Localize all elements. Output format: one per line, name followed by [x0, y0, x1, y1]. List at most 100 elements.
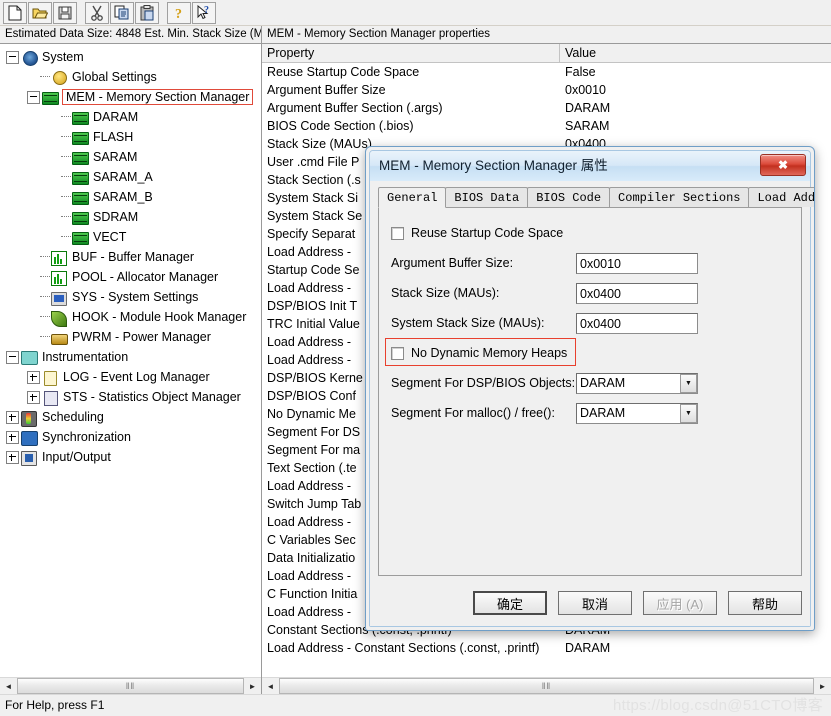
- globe-icon: [51, 69, 68, 85]
- tree-scroll-track[interactable]: ‖‖: [17, 678, 244, 694]
- expand-icon[interactable]: [27, 390, 40, 404]
- table-row[interactable]: Load Address - Constant Sections (.const…: [262, 639, 831, 657]
- tab-bios-code[interactable]: BIOS Code: [527, 187, 611, 207]
- tree-item-saram-a[interactable]: SARAM_A: [0, 167, 261, 187]
- config-tree[interactable]: System Global Settings MEM - Memory Sectio…: [0, 44, 261, 677]
- tree-scroll-right-arrow[interactable]: ►: [244, 678, 261, 694]
- tree-item-synchronization[interactable]: Synchronization: [0, 427, 261, 447]
- chevron-down-icon[interactable]: ▼: [680, 403, 697, 423]
- stack-size-label: Stack Size (MAUs):: [391, 286, 500, 300]
- help-button[interactable]: ?: [167, 1, 191, 24]
- tab-compiler-sections[interactable]: Compiler Sections: [609, 187, 750, 207]
- column-header-value[interactable]: Value: [560, 44, 831, 62]
- tree-item-log-event-log-manager[interactable]: LOG - Event Log Manager: [0, 367, 261, 387]
- tab-bios-data[interactable]: BIOS Data: [445, 187, 529, 207]
- reuse-startup-checkbox[interactable]: [391, 226, 404, 240]
- help-button[interactable]: 帮助: [728, 591, 802, 615]
- table-row[interactable]: Argument Buffer Section (.args) DARAM: [262, 99, 831, 117]
- watermark-text: https://blog.csdn@51CTO博客: [612, 697, 823, 714]
- tree-item-hook-module-hook-manager[interactable]: HOOK - Module Hook Manager: [0, 307, 261, 327]
- chevron-down-icon[interactable]: ▼: [680, 373, 697, 393]
- tree-item-sys-system-settings[interactable]: SYS - System Settings: [0, 287, 261, 307]
- tree-item-scheduling[interactable]: Scheduling: [0, 407, 261, 427]
- cancel-button[interactable]: 取消: [558, 591, 632, 615]
- tree-item-pwrm-power-manager[interactable]: PWRM - Power Manager: [0, 327, 261, 347]
- collapse-icon[interactable]: [6, 350, 19, 364]
- tree-connector-line: [61, 196, 71, 198]
- properties-scroll-thumb[interactable]: ‖‖: [279, 678, 814, 694]
- dialog-tab-strip[interactable]: General BIOS Data BIOS Code Compiler Sectio…: [378, 187, 814, 208]
- icon-glyph: [23, 51, 38, 66]
- properties-horizontal-scrollbar[interactable]: ◄ ‖‖ ►: [262, 677, 831, 694]
- collapse-icon[interactable]: [6, 50, 19, 64]
- expand-icon[interactable]: [6, 430, 19, 444]
- tree-item-input-output[interactable]: Input/Output: [0, 447, 261, 467]
- icon-glyph: [72, 192, 89, 205]
- tree-item-sts-statistics-object-manager[interactable]: STS - Statistics Object Manager: [0, 387, 261, 407]
- segment-malloc-dropdown[interactable]: DARAM ▼: [576, 402, 698, 424]
- tree-item-label: Synchronization: [42, 430, 131, 444]
- chip-icon: [72, 109, 89, 125]
- cut-button[interactable]: [85, 1, 109, 24]
- reuse-startup-row[interactable]: Reuse Startup Code Space: [391, 222, 789, 244]
- tree-item-flash[interactable]: FLASH: [0, 127, 261, 147]
- expand-icon[interactable]: [6, 410, 19, 424]
- property-value-cell: False: [565, 65, 596, 79]
- context-help-button[interactable]: ?: [192, 1, 216, 24]
- tree-scroll-thumb[interactable]: ‖‖: [17, 678, 244, 694]
- properties-caption: MEM - Memory Section Manager properties: [262, 26, 831, 44]
- tree-item-label: MEM - Memory Section Manager: [62, 89, 254, 105]
- property-name-cell: Argument Buffer Section (.args): [267, 101, 443, 115]
- copy-icon: [114, 5, 129, 20]
- icon-glyph: [51, 292, 67, 306]
- tree-horizontal-scrollbar[interactable]: ◄ ‖‖ ►: [0, 677, 261, 694]
- tree-item-global-settings[interactable]: Global Settings: [0, 67, 261, 87]
- save-file-button[interactable]: [53, 1, 77, 24]
- collapse-icon[interactable]: [27, 90, 40, 104]
- new-file-button[interactable]: [3, 1, 27, 24]
- property-name-cell: Reuse Startup Code Space: [267, 65, 420, 79]
- tree-item-pool-allocator-manager[interactable]: POOL - Allocator Manager: [0, 267, 261, 287]
- tree-item-vect[interactable]: VECT: [0, 227, 261, 247]
- tree-item-daram[interactable]: DARAM: [0, 107, 261, 127]
- tab-general[interactable]: General: [378, 187, 447, 208]
- dialog-title-bar[interactable]: MEM - Memory Section Manager 属性 ✖: [370, 151, 810, 181]
- icon-glyph: [44, 391, 58, 406]
- no-dynamic-heaps-row[interactable]: No Dynamic Memory Heaps: [391, 342, 789, 364]
- properties-scroll-track[interactable]: ‖‖: [279, 678, 814, 694]
- system-stack-size-input[interactable]: 0x0400: [576, 312, 698, 334]
- stack-size-input[interactable]: 0x0400: [576, 282, 698, 304]
- tree-item-buf-buffer-manager[interactable]: BUF - Buffer Manager: [0, 247, 261, 267]
- table-row[interactable]: Reuse Startup Code Space False: [262, 63, 831, 81]
- properties-scroll-left-arrow[interactable]: ◄: [262, 678, 279, 694]
- tree-item-saram[interactable]: SARAM: [0, 147, 261, 167]
- tree-item-saram-b[interactable]: SARAM_B: [0, 187, 261, 207]
- paste-button[interactable]: [135, 1, 159, 24]
- table-row[interactable]: Argument Buffer Size 0x0010: [262, 81, 831, 99]
- expand-icon[interactable]: [6, 450, 19, 464]
- ok-button[interactable]: 确定: [473, 591, 547, 615]
- table-row[interactable]: BIOS Code Section (.bios) SARAM: [262, 117, 831, 135]
- tree-connector-line: [40, 76, 50, 78]
- tree-item-sdram[interactable]: SDRAM: [0, 207, 261, 227]
- sched-icon: [21, 409, 38, 427]
- column-header-property[interactable]: Property: [262, 44, 560, 62]
- close-icon[interactable]: ✖: [760, 154, 806, 176]
- tree-scroll-left-arrow[interactable]: ◄: [0, 678, 17, 694]
- properties-scroll-right-arrow[interactable]: ►: [814, 678, 831, 694]
- copy-button[interactable]: [110, 1, 134, 24]
- property-value-cell: DARAM: [565, 101, 611, 115]
- tree-item-instrumentation[interactable]: Instrumentation: [0, 347, 261, 367]
- properties-dialog: MEM - Memory Section Manager 属性 ✖ Genera…: [365, 146, 815, 631]
- argument-buffer-size-input[interactable]: 0x0010: [576, 252, 698, 274]
- open-file-button[interactable]: [28, 1, 52, 24]
- no-dynamic-heaps-checkbox[interactable]: [391, 346, 404, 360]
- tree-item-system[interactable]: System: [0, 47, 261, 67]
- expand-icon[interactable]: [27, 370, 40, 384]
- tab-load-address[interactable]: Load Address: [748, 187, 814, 207]
- segment-dspbios-objects-dropdown[interactable]: DARAM ▼: [576, 372, 698, 394]
- tree-item-mem-memory-section-manager[interactable]: MEM - Memory Section Manager: [0, 87, 261, 107]
